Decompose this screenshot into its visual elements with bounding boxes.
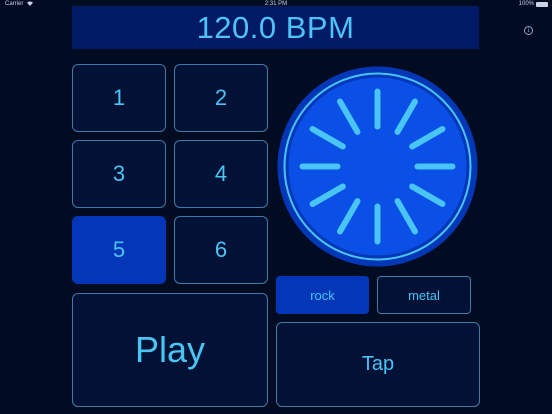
battery-indicator: 100% [519,1,548,7]
battery-percent: 100% [518,1,534,7]
beat-button-3[interactable]: 3 [72,140,166,208]
beat-button-6[interactable]: 6 [174,216,268,284]
bpm-display: 120.0 BPM [72,6,479,49]
beat-button-1[interactable]: 1 [72,64,166,132]
play-button[interactable]: Play [72,293,268,407]
genre-button-metal[interactable]: metal [377,276,471,314]
tap-button[interactable]: Tap [276,322,480,407]
battery-icon [536,1,548,7]
beat-button-2[interactable]: 2 [174,64,268,132]
genre-button-rock[interactable]: rock [276,276,369,314]
beat-button-5[interactable]: 5 [72,216,166,284]
tempo-dial-icon[interactable] [276,65,479,268]
beat-button-4[interactable]: 4 [174,140,268,208]
info-icon[interactable]: i [524,26,533,35]
